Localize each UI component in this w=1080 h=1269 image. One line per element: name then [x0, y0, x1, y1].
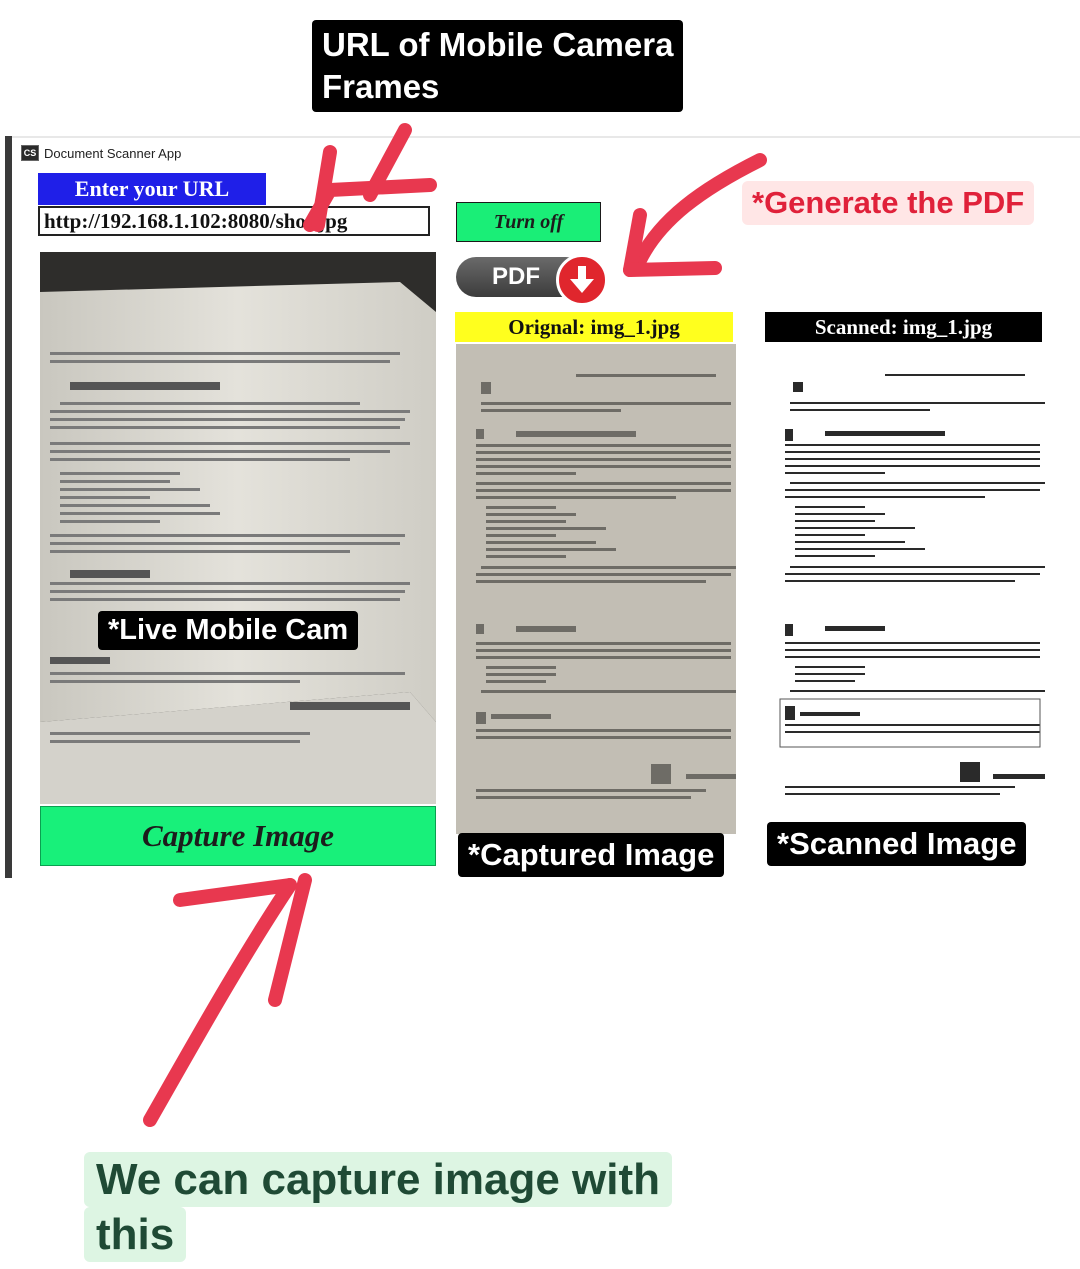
scanned-image-label: Scanned: img_1.jpg [765, 312, 1042, 342]
live-camera-feed [40, 252, 436, 804]
captured-image-preview [456, 344, 736, 834]
turn-off-button[interactable]: Turn off [456, 202, 601, 242]
capture-note: We can capture image with this [84, 1152, 694, 1262]
url-annotation-line2: Frames [322, 68, 440, 105]
scanned-image-annotation: *Scanned Image [767, 822, 1027, 866]
url-annotation: URL of Mobile Camera Frames [312, 20, 684, 112]
captured-page-photo [456, 344, 736, 834]
capture-note-line2: this [84, 1207, 187, 1262]
generate-pdf-button[interactable]: PDF [456, 254, 610, 306]
arrow-to-capture-button [143, 878, 297, 1127]
app-icon: CS [21, 145, 39, 161]
book-photo-live [40, 252, 436, 804]
capture-image-button[interactable]: Capture Image [40, 806, 436, 866]
scanned-image-preview [765, 344, 1047, 820]
title-bar: CS Document Scanner App [21, 142, 181, 164]
url-input[interactable] [38, 206, 430, 236]
scanned-page [765, 344, 1047, 820]
window-border-top [12, 136, 1080, 138]
capture-note-line1: We can capture image with [84, 1152, 673, 1207]
url-annotation-line1: URL of Mobile Camera [322, 26, 674, 63]
url-label: Enter your URL [38, 173, 266, 205]
captured-image-annotation: *Captured Image [458, 833, 725, 877]
generate-pdf-annotation: *Generate the PDF [742, 181, 1035, 225]
download-arrow-icon [556, 254, 608, 306]
live-cam-annotation: *Live Mobile Cam [98, 611, 359, 650]
window-border [5, 136, 12, 878]
window-title: Document Scanner App [44, 145, 182, 161]
original-image-label: Orignal: img_1.jpg [455, 312, 733, 342]
